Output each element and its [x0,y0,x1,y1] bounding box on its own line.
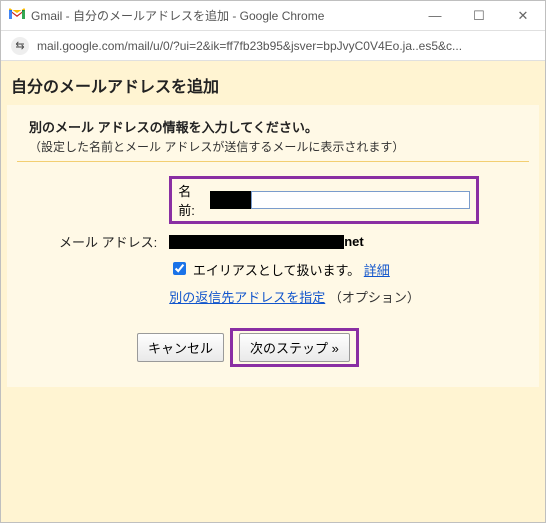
reply-to-link[interactable]: 別の返信先アドレスを指定 [169,290,325,305]
email-redacted [169,235,344,249]
address-bar: ⇆ mail.google.com/mail/u/0/?ui=2&ik=ff7f… [1,31,545,61]
panel-subtitle: 別のメール アドレスの情報を入力してください。 [29,117,529,136]
page-title: 自分のメールアドレスを追加 [11,73,535,97]
url-text[interactable]: mail.google.com/mail/u/0/?ui=2&ik=ff7fb2… [37,39,535,53]
panel-subnote: （設定した名前とメール アドレスが送信するメールに表示されます） [29,138,529,155]
next-step-button[interactable]: 次のステップ » [239,333,350,362]
window-title: Gmail - 自分のメールアドレスを追加 - Google Chrome [31,7,324,24]
chrome-window: Gmail - 自分のメールアドレスを追加 - Google Chrome — … [0,0,546,523]
form-table: 名前: メール アドレス: net エイリアスとして扱います。 [53,172,485,310]
form-panel: 別のメール アドレスの情報を入力してください。 （設定した名前とメール アドレス… [7,105,539,387]
next-button-highlight: 次のステップ » [230,328,359,367]
content-header: 自分のメールアドレスを追加 [7,67,539,105]
site-info-icon[interactable]: ⇆ [11,37,29,55]
page-content: 自分のメールアドレスを追加 別のメール アドレスの情報を入力してください。 （設… [1,61,545,522]
name-input[interactable] [251,191,471,209]
name-label: 名前: [178,181,206,219]
email-suffix: net [344,234,364,249]
titlebar-left: Gmail - 自分のメールアドレスを追加 - Google Chrome [9,7,413,24]
close-button[interactable]: ✕ [501,1,545,31]
email-value: net [163,228,485,255]
alias-checkbox[interactable] [173,262,186,275]
divider [17,161,529,162]
button-row: キャンセル 次のステップ » [137,328,529,367]
maximize-button[interactable]: ☐ [457,1,501,31]
name-redacted [210,191,251,209]
name-row-highlight: 名前: [169,176,479,224]
gmail-icon [9,8,25,23]
titlebar: Gmail - 自分のメールアドレスを追加 - Google Chrome — … [1,1,545,31]
email-label: メール アドレス: [53,228,163,255]
cancel-button[interactable]: キャンセル [137,333,224,362]
alias-detail-link[interactable]: 詳細 [364,263,390,278]
minimize-button[interactable]: — [413,1,457,31]
reply-to-option: （オプション） [329,290,420,305]
alias-text: エイリアスとして扱います。 [193,263,360,278]
window-controls: — ☐ ✕ [413,1,545,31]
